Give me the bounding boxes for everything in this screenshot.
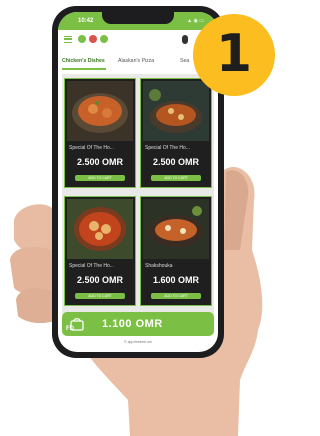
dish-price: 1.600 OMR — [152, 275, 200, 285]
tab-chickens-dishes[interactable]: Chicken's Dishes — [62, 58, 105, 64]
product-card[interactable]: Special Of The Ho... 2.500 OMR ADD TO CA… — [64, 78, 136, 188]
cart-logo-text: FD — [66, 326, 74, 332]
product-card[interactable]: Shakshouka 1.600 OMR ADD TO CART — [140, 196, 212, 306]
cart-icon[interactable] — [100, 35, 108, 43]
product-card[interactable]: Special Of The Ho... 2.500 OMR ADD TO CA… — [64, 196, 136, 306]
dish-price: 2.500 OMR — [152, 157, 200, 167]
active-tab-indicator — [62, 68, 106, 70]
dish-photo — [143, 199, 209, 259]
add-to-cart-button[interactable]: ADD TO CART — [151, 293, 201, 299]
dish-photo — [67, 81, 133, 141]
dish-name: Special Of The Ho... — [69, 263, 114, 269]
tab-alaskans-pizza[interactable]: Alaskan's Pizza — [118, 58, 154, 64]
home-icon[interactable] — [78, 35, 86, 43]
profile-icon[interactable] — [182, 35, 188, 44]
add-to-cart-button[interactable]: ADD TO CART — [75, 175, 125, 181]
dish-photo — [67, 199, 133, 259]
status-time: 10:42 — [78, 18, 94, 24]
cart-summary-bar[interactable]: FD 1.100 OMR — [62, 312, 214, 336]
footer-text: © app.feedme.om — [124, 340, 152, 344]
dish-name: Special Of The Ho... — [145, 145, 190, 151]
menu-icon[interactable] — [64, 36, 72, 43]
dish-photo — [143, 81, 209, 141]
tab-sea[interactable]: Sea — [180, 58, 189, 64]
dish-price: 2.500 OMR — [76, 157, 124, 167]
add-to-cart-button[interactable]: ADD TO CART — [75, 293, 125, 299]
phone-notch — [102, 12, 174, 24]
product-grid: Special Of The Ho... 2.500 OMR ADD TO CA… — [62, 74, 214, 314]
step-number: 1 — [215, 24, 253, 84]
heart-icon[interactable] — [89, 35, 97, 43]
cart-total: 1.100 OMR — [102, 318, 163, 330]
add-to-cart-button[interactable]: ADD TO CART — [151, 175, 201, 181]
dish-name: Shakshouka — [145, 263, 173, 269]
product-card[interactable]: Special Of The Ho... 2.500 OMR ADD TO CA… — [140, 78, 212, 188]
dish-price: 2.500 OMR — [76, 275, 124, 285]
dish-name: Special Of The Ho... — [69, 145, 114, 151]
step-badge: 1 — [193, 14, 275, 96]
